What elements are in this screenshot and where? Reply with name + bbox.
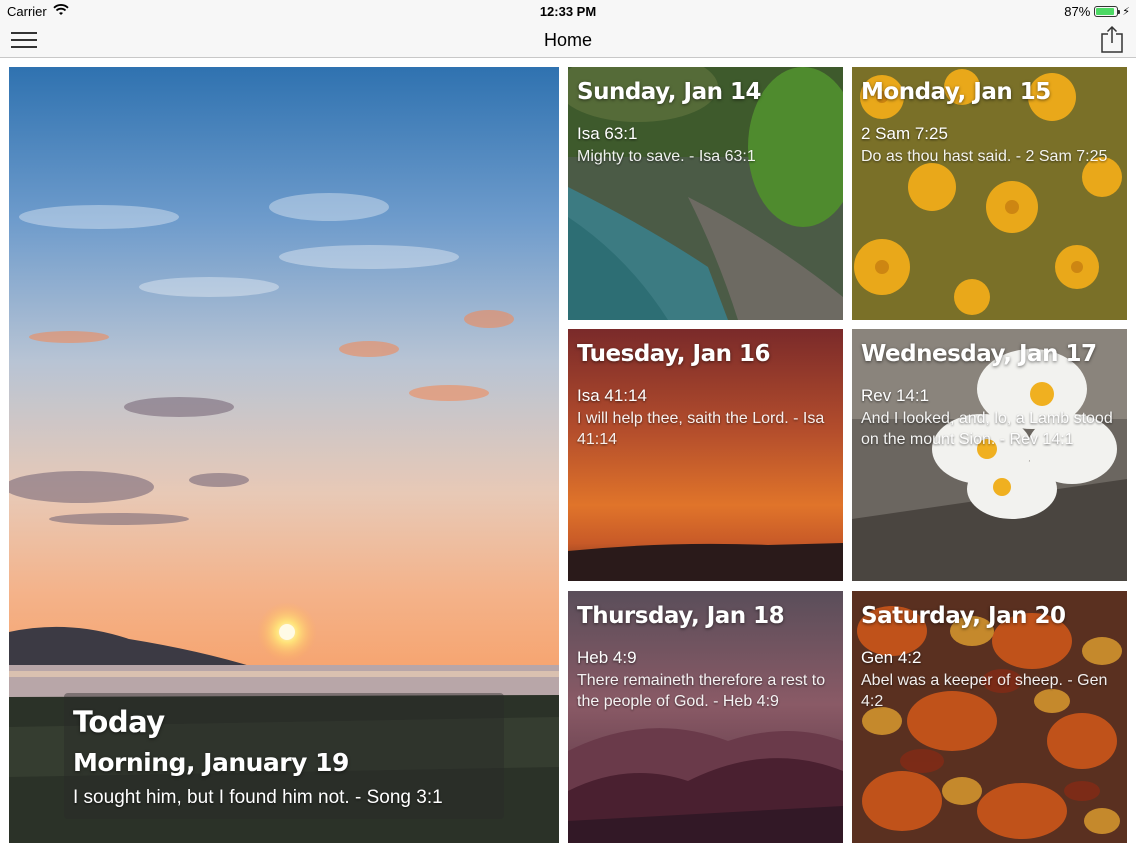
verse-reference: Gen 4:2 xyxy=(861,648,922,667)
verse-reference: 2 Sam 7:25 xyxy=(861,124,948,143)
share-icon[interactable] xyxy=(1100,25,1124,53)
verse-reference: Isa 63:1 xyxy=(577,124,638,143)
day-title: Sunday, Jan 14 xyxy=(577,79,762,105)
today-tile[interactable]: Today Morning, January 19 I sought him, … xyxy=(9,67,559,843)
verse-reference: Isa 41:14 xyxy=(577,386,647,405)
day-tile-monday[interactable]: Monday, Jan 15 2 Sam 7:25 Do as thou has… xyxy=(852,67,1127,320)
verse-text: Mighty to save. - Isa 63:1 xyxy=(577,148,756,165)
verse-text: And I looked, and, lo, a Lamb stood on t… xyxy=(861,410,1113,448)
day-title: Saturday, Jan 20 xyxy=(861,603,1066,629)
battery-percent: 87% xyxy=(1064,4,1091,19)
today-date: Morning, January 19 xyxy=(73,748,349,777)
today-label: Today xyxy=(73,705,165,739)
navigation-bar: Home xyxy=(0,24,1136,58)
day-title: Monday, Jan 15 xyxy=(861,79,1051,105)
today-overlay: Today Morning, January 19 I sought him, … xyxy=(64,693,504,819)
verse-text: I will help thee, saith the Lord. - Isa … xyxy=(577,410,825,448)
day-tile-thursday[interactable]: Thursday, Jan 18 Heb 4:9 There remaineth… xyxy=(568,591,843,843)
day-title: Wednesday, Jan 17 xyxy=(861,341,1097,367)
status-time: 12:33 PM xyxy=(539,4,597,19)
status-bar: Carrier 12:33 PM 87% ⚡ xyxy=(0,0,1136,24)
day-title: Thursday, Jan 18 xyxy=(577,603,785,629)
today-verse: I sought him, but I found him not. - Son… xyxy=(73,787,443,808)
day-tile-wednesday[interactable]: Wednesday, Jan 17 Rev 14:1 And I looked,… xyxy=(852,329,1127,581)
day-tile-saturday[interactable]: Saturday, Jan 20 Gen 4:2 Abel was a keep… xyxy=(852,591,1127,843)
day-tile-tuesday[interactable]: Tuesday, Jan 16 Isa 41:14 I will help th… xyxy=(568,329,843,581)
charging-icon: ⚡ xyxy=(1122,6,1130,18)
verse-text: There remaineth therefore a rest to the … xyxy=(577,672,826,710)
verse-text: Abel was a keeper of sheep. - Gen 4:2 xyxy=(861,672,1108,710)
day-title: Tuesday, Jan 16 xyxy=(577,341,771,367)
verse-reference: Heb 4:9 xyxy=(577,648,637,667)
day-tile-sunday[interactable]: Sunday, Jan 14 Isa 63:1 Mighty to save. … xyxy=(568,67,843,320)
battery-icon xyxy=(1094,6,1121,17)
page-title: Home xyxy=(543,30,592,50)
verse-text: Do as thou hast said. - 2 Sam 7:25 xyxy=(861,148,1108,165)
verse-reference: Rev 14:1 xyxy=(861,386,930,405)
